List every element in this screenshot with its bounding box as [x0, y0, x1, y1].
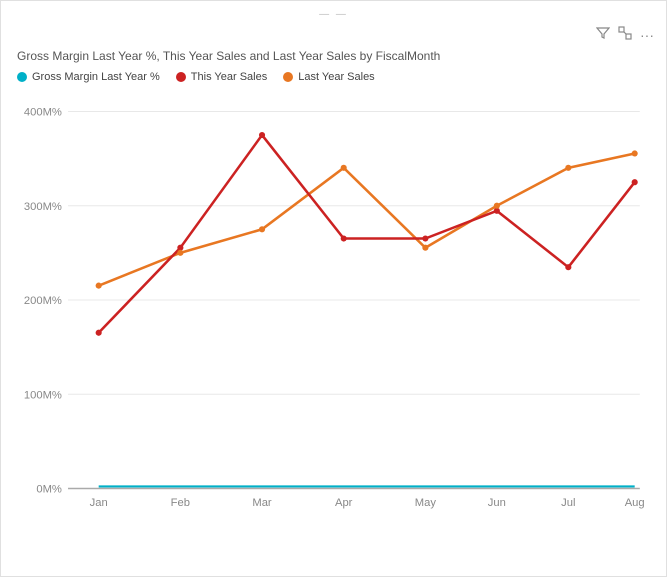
legend-item-this-year: This Year Sales — [176, 71, 267, 83]
this-year-dot-mar — [259, 132, 265, 138]
svg-text:400M%: 400M% — [24, 107, 62, 119]
last-year-dot-feb — [177, 250, 183, 256]
chart-container: — — ··· Gross Margin Last Year %, This Y… — [0, 0, 667, 577]
this-year-dot-aug — [632, 179, 638, 185]
filter-icon[interactable] — [596, 26, 610, 43]
svg-text:0M%: 0M% — [36, 484, 62, 496]
svg-text:Jul: Jul — [561, 497, 575, 509]
legend-label-last-year: Last Year Sales — [298, 71, 374, 83]
legend-dot-gross-margin — [17, 72, 27, 82]
svg-text:Mar: Mar — [252, 497, 272, 509]
this-year-dot-jan — [96, 330, 102, 336]
this-year-dot-may — [422, 235, 428, 241]
chart-title: Gross Margin Last Year %, This Year Sale… — [9, 45, 658, 69]
last-year-dot-jan — [96, 283, 102, 289]
legend-label-gross-margin: Gross Margin Last Year % — [32, 71, 160, 83]
svg-text:Apr: Apr — [335, 497, 353, 509]
last-year-dot-mar — [259, 226, 265, 232]
svg-text:Jun: Jun — [488, 497, 506, 509]
svg-text:100M%: 100M% — [24, 389, 62, 401]
last-year-dot-may — [422, 245, 428, 251]
this-year-sales-line — [99, 135, 635, 333]
this-year-dot-apr — [341, 235, 347, 241]
last-year-dot-aug — [632, 150, 638, 156]
svg-text:Jan: Jan — [90, 497, 108, 509]
top-bar: ··· — [9, 24, 658, 45]
drag-dots-icon: — — — [319, 9, 348, 20]
legend-dot-last-year — [283, 72, 293, 82]
this-year-dot-jul — [565, 264, 571, 270]
svg-text:Feb: Feb — [171, 497, 190, 509]
svg-text:300M%: 300M% — [24, 201, 62, 213]
chart-area: 400M% 300M% 200M% 100M% 0M% Jan Feb Mar … — [17, 91, 650, 511]
legend: Gross Margin Last Year % This Year Sales… — [9, 69, 658, 91]
legend-dot-this-year — [176, 72, 186, 82]
focus-mode-icon[interactable] — [618, 26, 632, 43]
legend-label-this-year: This Year Sales — [191, 71, 267, 83]
last-year-sales-line — [99, 153, 635, 285]
svg-text:200M%: 200M% — [24, 295, 62, 307]
toolbar-icons: ··· — [596, 26, 654, 43]
chart-svg: 400M% 300M% 200M% 100M% 0M% Jan Feb Mar … — [17, 91, 650, 511]
drag-handle[interactable]: — — — [9, 9, 658, 20]
svg-text:Aug: Aug — [625, 497, 645, 509]
last-year-dot-apr — [341, 165, 347, 171]
svg-text:May: May — [415, 497, 437, 509]
legend-item-last-year: Last Year Sales — [283, 71, 374, 83]
last-year-dot-jun — [494, 203, 500, 209]
last-year-dot-jul — [565, 165, 571, 171]
more-options-icon[interactable]: ··· — [640, 27, 654, 43]
legend-item-gross-margin: Gross Margin Last Year % — [17, 71, 160, 83]
